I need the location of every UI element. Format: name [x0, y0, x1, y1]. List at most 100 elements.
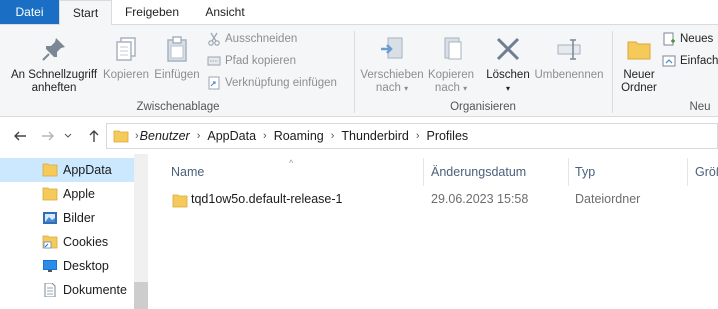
file-date: 29.06.2023 15:58	[431, 192, 529, 206]
easy-access-label: Einfach	[680, 55, 718, 67]
file-type: Dateiordner	[575, 192, 641, 206]
move-to-icon	[381, 37, 403, 59]
nav-item-label: Dokumente	[63, 283, 127, 297]
copy-to-label-1: Kopieren	[427, 69, 475, 81]
nav-item-label: Desktop	[63, 259, 109, 273]
column-divider[interactable]	[423, 158, 424, 186]
forward-button[interactable]	[38, 126, 58, 146]
nav-item-desktop[interactable]: Desktop	[0, 254, 134, 278]
forward-arrow-icon	[42, 131, 54, 141]
tab-share[interactable]: Freigeben	[114, 0, 190, 24]
folder-icon	[172, 194, 188, 208]
desktop-icon	[43, 260, 57, 272]
column-header-name-label: Name	[171, 165, 205, 179]
nav-item-label: Apple	[63, 187, 95, 201]
file-list: ^ Name Änderungsdatum Typ Größ tqd1ow5o.…	[148, 154, 718, 309]
breadcrumb-separator[interactable]: ›	[331, 130, 335, 142]
copy-path-button[interactable]: Pfad kopieren	[207, 52, 296, 70]
delete-label: Löschen	[486, 69, 530, 81]
back-arrow-icon	[14, 131, 26, 141]
move-to-button[interactable]: Verschieben nach ▾	[358, 35, 426, 95]
nav-item-label: Cookies	[63, 235, 109, 249]
paste-label: Einfügen	[154, 69, 200, 81]
navigation-pane: AppData Apple Bilder Cookies Desktop Dok…	[0, 154, 148, 309]
column-divider[interactable]	[568, 158, 569, 186]
copy-path-label: Pfad kopieren	[225, 55, 296, 67]
copy-to-button[interactable]: Kopieren nach ▾	[426, 35, 476, 95]
rename-label: Umbenennen	[534, 69, 604, 81]
paste-shortcut-icon	[208, 76, 220, 90]
group-label-organize: Organisieren	[450, 101, 516, 113]
easy-access-button[interactable]: Einfach	[662, 52, 718, 70]
copy-to-icon	[444, 37, 462, 60]
nav-item-bilder[interactable]: Bilder	[0, 206, 134, 230]
group-label-clipboard: Zwischenablage	[136, 101, 220, 113]
breadcrumb-appdata[interactable]: AppData	[207, 129, 256, 143]
group-separator	[354, 31, 355, 113]
cut-button[interactable]: Ausschneiden	[207, 30, 297, 48]
tab-start[interactable]: Start	[59, 0, 112, 25]
path-icon	[207, 56, 221, 66]
delete-x-icon	[496, 37, 520, 61]
breadcrumb-separator[interactable]: ›	[197, 130, 201, 142]
ribbon-tab-bar: Datei Start Freigeben Ansicht	[0, 0, 718, 25]
nav-item-cookies[interactable]: Cookies	[0, 230, 134, 254]
breadcrumb-separator[interactable]: ›	[263, 130, 267, 142]
tab-file[interactable]: Datei	[0, 0, 59, 24]
pictures-icon	[43, 212, 57, 224]
copy-button[interactable]: Kopieren	[102, 35, 150, 82]
breadcrumb-benutzer[interactable]: Benutzer	[140, 129, 190, 143]
paste-button[interactable]: Einfügen	[152, 35, 202, 82]
breadcrumb-profiles[interactable]: Profiles	[426, 129, 468, 143]
nav-item-appdata[interactable]: AppData	[0, 158, 134, 182]
address-bar[interactable]: › Benutzer › AppData › Roaming › Thunder…	[106, 123, 718, 149]
new-item-label: Neues	[680, 33, 714, 45]
nav-pane-scrollbar-thumb[interactable]	[134, 282, 148, 309]
cookies-folder-icon	[42, 235, 58, 249]
move-to-label-2: nach ▾	[375, 82, 409, 94]
file-row[interactable]: tqd1ow5o.default-release-1 29.06.2023 15…	[164, 188, 718, 212]
cut-label: Ausschneiden	[225, 33, 298, 45]
pin-label-1: An Schnellzugriff	[10, 69, 98, 81]
column-header-type-label: Typ	[575, 165, 596, 179]
pin-label-2: anheften	[31, 82, 77, 94]
nav-item-label: Bilder	[63, 211, 95, 225]
recent-locations-button[interactable]	[62, 126, 74, 146]
copy-icon	[116, 37, 136, 61]
ribbon: An Schnellzugriff anheften Kopieren Einf…	[0, 24, 718, 117]
new-folder-label-2: Ordner	[621, 82, 657, 94]
new-folder-icon	[627, 41, 651, 60]
nav-item-dokumente[interactable]: Dokumente	[0, 278, 134, 302]
paste-shortcut-button[interactable]: Verknüpfung einfügen	[207, 74, 337, 92]
paste-shortcut-label: Verknüpfung einfügen	[225, 77, 337, 89]
column-header-date-label: Änderungsdatum	[431, 165, 527, 179]
column-header-size-label: Größ	[695, 165, 718, 179]
chevron-down-icon	[64, 133, 72, 138]
nav-item-label: AppData	[63, 163, 112, 177]
navigation-bar: › Benutzer › AppData › Roaming › Thunder…	[0, 118, 718, 154]
tab-view[interactable]: Ansicht	[190, 0, 260, 24]
easy-access-icon	[662, 55, 676, 67]
folder-icon	[42, 187, 58, 201]
paste-icon	[167, 36, 187, 62]
delete-button[interactable]: Löschen ▾	[484, 35, 532, 95]
up-button[interactable]	[84, 126, 104, 146]
breadcrumb-roaming[interactable]: Roaming	[274, 129, 324, 143]
column-divider[interactable]	[687, 158, 688, 186]
folder-icon	[42, 163, 58, 177]
group-label-new: Neu	[689, 101, 711, 113]
rename-button[interactable]: Umbenennen	[532, 35, 606, 82]
scissors-icon	[208, 32, 220, 46]
breadcrumb-thunderbird[interactable]: Thunderbird	[341, 129, 408, 143]
sort-up-icon: ^	[289, 158, 294, 168]
pin-icon	[42, 38, 65, 61]
move-to-label-1: Verschieben	[360, 69, 424, 81]
delete-dropdown-arrow: ▾	[505, 84, 510, 93]
nav-item-apple[interactable]: Apple	[0, 182, 134, 206]
pin-quick-access-button[interactable]: An Schnellzugriff anheften	[4, 35, 104, 95]
new-folder-button[interactable]: Neuer Ordner	[614, 35, 664, 95]
new-item-button[interactable]: Neues	[662, 30, 713, 48]
file-name: tqd1ow5o.default-release-1	[191, 192, 343, 206]
breadcrumb-separator[interactable]: ›	[416, 130, 420, 142]
back-button[interactable]	[10, 126, 30, 146]
